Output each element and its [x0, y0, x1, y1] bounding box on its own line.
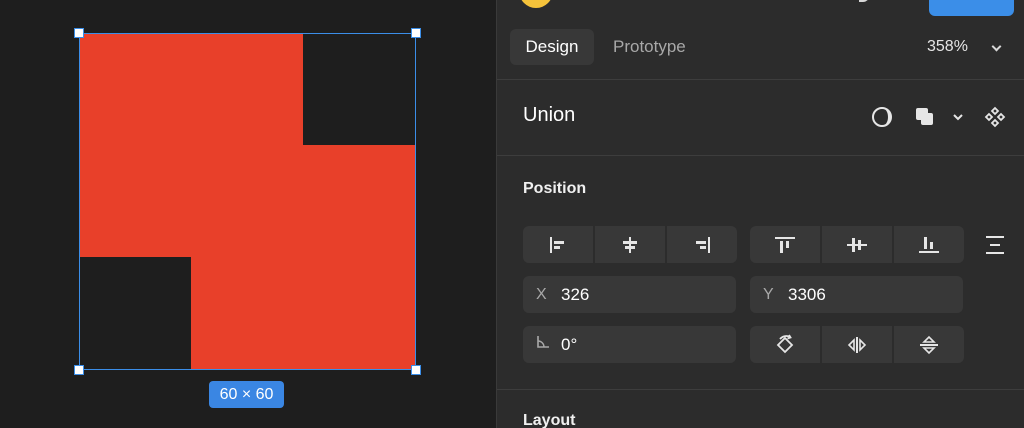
rotate-90-icon[interactable]: [750, 326, 820, 363]
share-button[interactable]: [929, 0, 1014, 16]
flip-vertical-icon[interactable]: [894, 326, 964, 363]
tab-design[interactable]: Design: [510, 29, 594, 65]
divider: [497, 79, 1024, 80]
x-label: X: [536, 285, 547, 303]
flip-horizontal-icon[interactable]: [822, 326, 892, 363]
boolean-union-icon[interactable]: [913, 105, 937, 129]
align-top-icon[interactable]: [750, 226, 820, 263]
align-right-icon[interactable]: [667, 226, 737, 263]
layer-title: Union: [523, 104, 576, 126]
divider: [497, 155, 1024, 156]
component-icon[interactable]: [983, 105, 1007, 129]
resize-handle-top-right[interactable]: [411, 28, 421, 38]
union-shape[interactable]: [79, 33, 416, 370]
size-badge: 60 × 60: [209, 381, 284, 408]
rotation-value[interactable]: 0°: [561, 335, 577, 355]
align-vertical-center-icon[interactable]: [822, 226, 892, 263]
section-title-layout: Layout: [523, 412, 576, 428]
resize-handle-bottom-right[interactable]: [411, 365, 421, 375]
divider: [497, 389, 1024, 390]
transform-group: [750, 326, 964, 363]
canvas[interactable]: 60 × 60: [0, 0, 496, 428]
align-horizontal-center-icon[interactable]: [595, 226, 665, 263]
y-label: Y: [763, 285, 774, 303]
rotation-icon: [523, 335, 561, 354]
rotation-field[interactable]: 0°: [523, 326, 736, 363]
section-title-position: Position: [523, 180, 587, 197]
align-bottom-icon[interactable]: [894, 226, 964, 263]
y-field[interactable]: Y 3306: [750, 276, 963, 313]
mask-icon[interactable]: [870, 105, 894, 129]
align-left-icon[interactable]: [523, 226, 593, 263]
chevron-down-icon[interactable]: [991, 41, 1002, 52]
tab-prototype[interactable]: Prototype: [613, 29, 686, 65]
distribute-spacing-icon[interactable]: [983, 233, 1007, 257]
y-value[interactable]: 3306: [788, 285, 826, 305]
avatar[interactable]: [519, 0, 553, 8]
toolbar-icon[interactable]: [859, 0, 869, 2]
properties-panel: Design Prototype 358% Union Position X 3…: [496, 0, 1024, 428]
align-vertical-group: [750, 226, 964, 263]
chevron-down-icon[interactable]: [946, 105, 970, 129]
x-field[interactable]: X 326: [523, 276, 736, 313]
align-horizontal-group: [523, 226, 737, 263]
x-value[interactable]: 326: [561, 285, 589, 305]
resize-handle-top-left[interactable]: [74, 28, 84, 38]
zoom-level[interactable]: 358%: [927, 29, 968, 65]
resize-handle-bottom-left[interactable]: [74, 365, 84, 375]
